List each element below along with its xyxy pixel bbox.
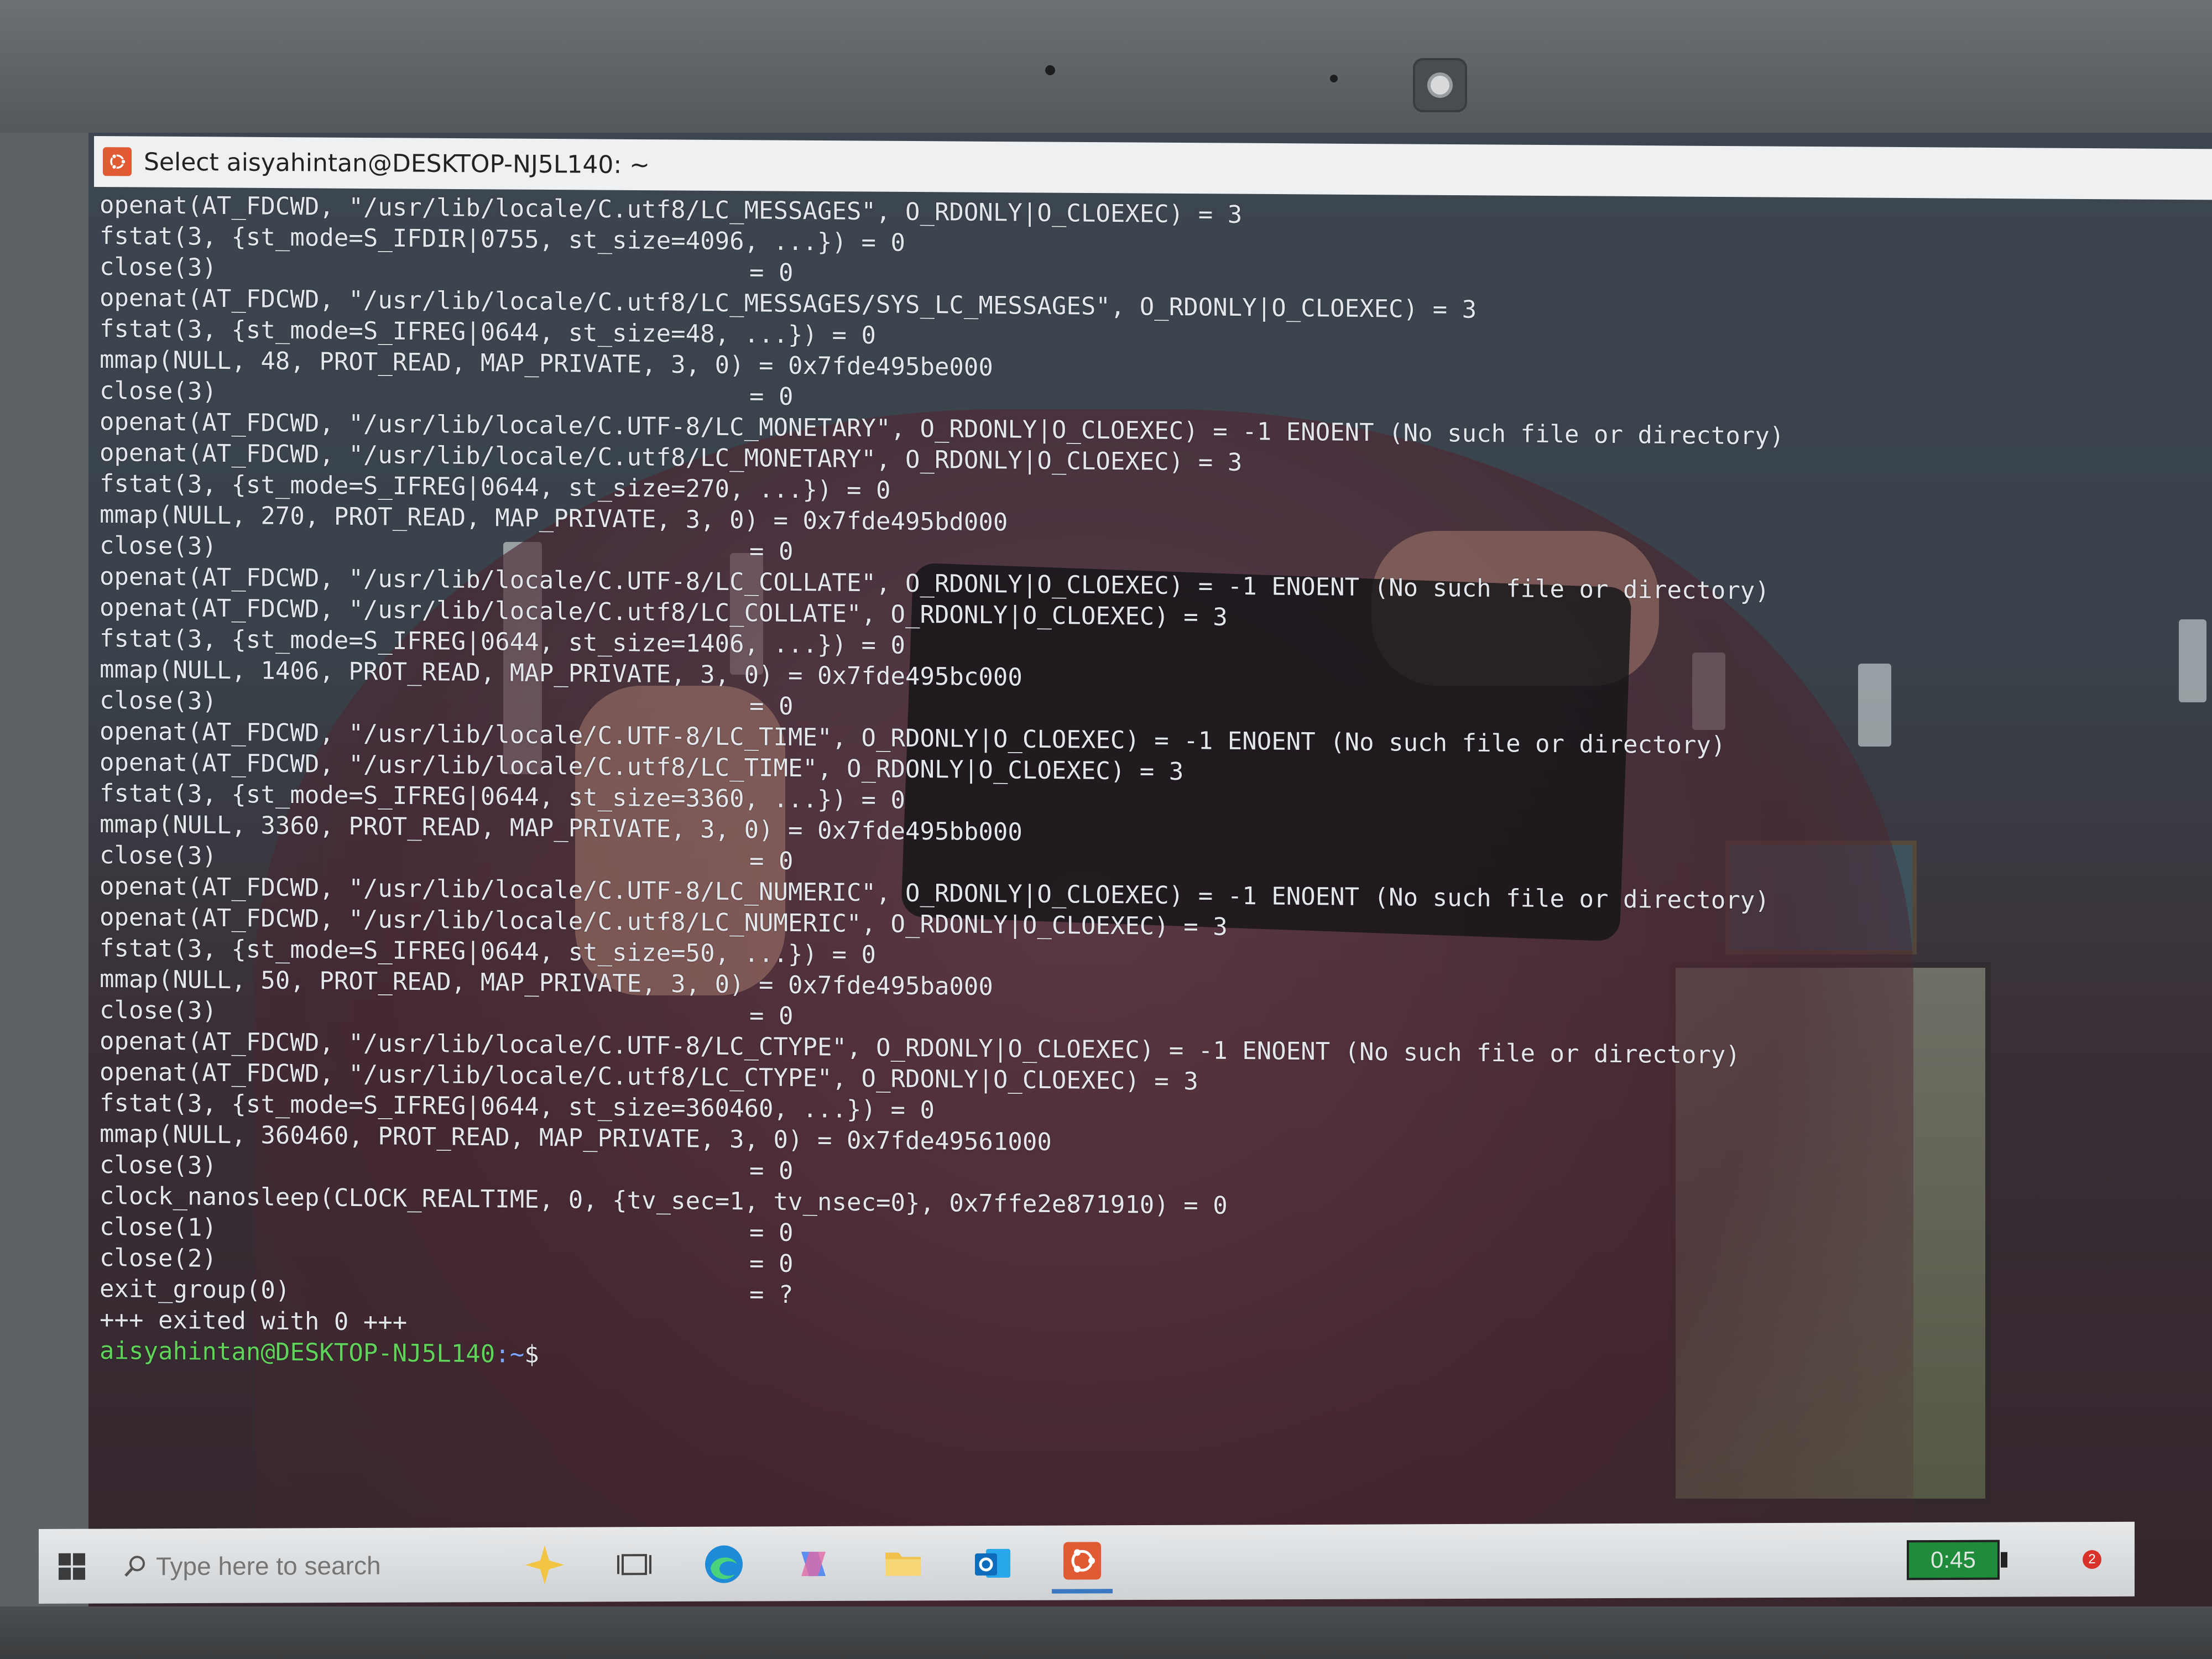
notification-count: 2 — [2088, 1551, 2096, 1567]
webcam-shutter[interactable] — [1413, 58, 1467, 112]
prompt-path: :~ — [495, 1340, 525, 1369]
laptop-bezel-top — [0, 0, 2212, 133]
camera-indicator-dot — [1330, 75, 1338, 82]
syscall-return: = 0 — [749, 382, 794, 411]
syscall-text: close(3) — [100, 996, 217, 1025]
syscall-return: = 0 — [749, 258, 794, 287]
syscall-text: close(2) — [100, 1244, 217, 1273]
search-highlight-icon[interactable] — [514, 1537, 575, 1592]
terminal-line: close(3) = 0 — [100, 253, 793, 287]
outlook-icon[interactable] — [962, 1532, 1023, 1593]
file-explorer-icon[interactable] — [873, 1533, 933, 1594]
camera-sensor-dot — [1045, 65, 1055, 75]
syscall-return: = 0 — [749, 847, 794, 875]
terminal-line: fstat(3, {st_mode=S_IFDIR|0755, st_size=… — [100, 222, 905, 260]
terminal-output[interactable]: openat(AT_FDCWD, "/usr/lib/locale/C.utf8… — [100, 191, 2190, 1481]
syscall-text: +++ exited with 0 +++ — [100, 1306, 408, 1337]
battery-time: 0:45 — [1931, 1546, 1976, 1573]
syscall-return: = 0 — [749, 1001, 794, 1030]
terminal-line: close(3) = 0 — [100, 1151, 793, 1185]
taskbar-search[interactable] — [116, 1537, 514, 1594]
terminal-line: close(1) = 0 — [100, 1213, 793, 1247]
terminal-line: clock_nanosleep(CLOCK_REALTIME, 0, {tv_s… — [100, 1182, 1228, 1223]
task-view-icon[interactable] — [604, 1534, 665, 1595]
terminal-line: exit_group(0) = ? — [100, 1275, 793, 1309]
terminal-line: +++ exited with 0 +++ — [100, 1306, 407, 1339]
terminal-line: close(3) = 0 — [100, 377, 793, 411]
prompt-symbol: $ — [524, 1340, 539, 1369]
terminal-line: close(3) = 0 — [100, 686, 793, 721]
syscall-text: close(3) — [100, 1151, 217, 1180]
terminal-line: close(3) = 0 — [100, 841, 793, 875]
edge-icon[interactable] — [693, 1533, 754, 1594]
windows-logo-icon — [59, 1553, 85, 1580]
syscall-text: fstat(3, {st_mode=S_IFREG|0644, st_size=… — [100, 934, 876, 969]
terminal-titlebar[interactable]: Select aisyahintan@DESKTOP-NJ5L140: ~ — [94, 136, 2212, 200]
syscall-return: = 0 — [749, 692, 794, 721]
laptop-bezel-bottom — [0, 1606, 2212, 1659]
search-icon — [116, 1547, 155, 1585]
battery-indicator[interactable]: 0:45 — [1907, 1540, 2000, 1580]
shell-prompt[interactable]: aisyahintan@DESKTOP-NJ5L140:~$ — [100, 1337, 539, 1371]
syscall-text: clock_nanosleep(CLOCK_REALTIME, 0, {tv_s… — [100, 1182, 1228, 1220]
search-input[interactable] — [155, 1549, 445, 1582]
syscall-text: close(3) — [100, 377, 217, 406]
windows-taskbar: 0:45 2 — [39, 1521, 2135, 1604]
ubuntu-taskbar-icon[interactable] — [1052, 1532, 1113, 1594]
terminal-line: close(3) = 0 — [100, 531, 793, 566]
syscall-text: close(3) — [100, 841, 217, 870]
syscall-text: close(1) — [100, 1213, 217, 1242]
syscall-text: close(3) — [100, 686, 217, 716]
window-title: Select aisyahintan@DESKTOP-NJ5L140: ~ — [144, 148, 650, 179]
start-button[interactable] — [39, 1536, 105, 1597]
syscall-return: = 0 — [749, 1156, 794, 1185]
syscall-return: = 0 — [749, 537, 794, 566]
laptop-screen: Select aisyahintan@DESKTOP-NJ5L140: ~ op… — [88, 133, 2212, 1626]
syscall-return: = 0 — [749, 1218, 794, 1247]
syscall-text: exit_group(0) — [100, 1275, 290, 1305]
syscall-return: = 0 — [749, 1249, 794, 1278]
terminal-line: close(2) = 0 — [100, 1244, 793, 1278]
syscall-text: close(3) — [100, 531, 217, 561]
syscall-text: fstat(3, {st_mode=S_IFREG|0644, st_size=… — [100, 315, 876, 350]
terminal-line: close(3) = 0 — [100, 996, 793, 1030]
system-tray: 0:45 2 — [1907, 1539, 2101, 1580]
syscall-text: close(3) — [100, 253, 217, 282]
syscall-return: = ? — [749, 1280, 794, 1309]
ubuntu-app-icon — [103, 147, 132, 176]
copilot-icon[interactable] — [783, 1533, 844, 1594]
notification-badge[interactable]: 2 — [2083, 1550, 2101, 1569]
prompt-user-host: aisyahintan@DESKTOP-NJ5L140 — [100, 1337, 495, 1369]
